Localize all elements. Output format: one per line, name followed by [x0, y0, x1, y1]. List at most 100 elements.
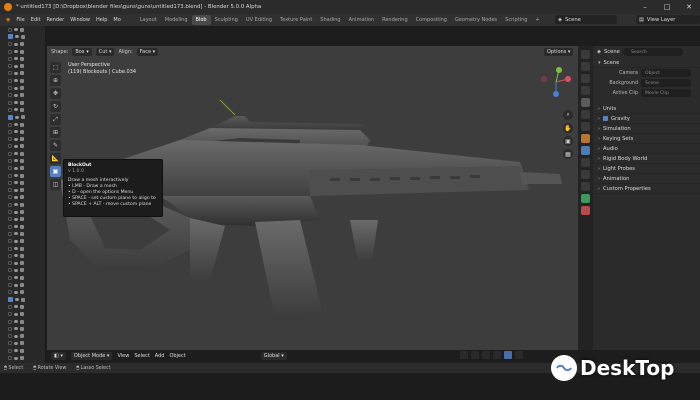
menu-render[interactable]: Render: [43, 17, 67, 23]
collection-checkbox-icon[interactable]: [8, 326, 12, 331]
outliner-row[interactable]: [0, 252, 45, 259]
visibility-eye-icon[interactable]: [14, 188, 18, 192]
scene-tab-icon[interactable]: [581, 98, 590, 107]
visibility-eye-icon[interactable]: [14, 217, 18, 221]
render-camera-icon[interactable]: [20, 49, 24, 54]
render-camera-icon[interactable]: [21, 115, 25, 120]
outliner-row[interactable]: [0, 274, 45, 281]
camera-field[interactable]: Object: [641, 69, 691, 77]
mode-dropdown[interactable]: Cut ▾: [95, 48, 115, 56]
visibility-eye-icon[interactable]: [15, 115, 19, 119]
xray-icon[interactable]: [493, 351, 501, 359]
section-light-probes[interactable]: › Light Probes: [593, 164, 700, 174]
section-audio[interactable]: › Audio: [593, 144, 700, 154]
collection-checkbox-icon[interactable]: [8, 283, 12, 288]
properties-search[interactable]: Search: [623, 48, 683, 56]
outliner-row[interactable]: [0, 208, 45, 215]
render-camera-icon[interactable]: [20, 217, 24, 222]
annotate-tool-icon[interactable]: ✎: [50, 140, 61, 151]
collection-checkbox-icon[interactable]: [8, 158, 12, 163]
collection-checkbox-icon[interactable]: [8, 100, 12, 105]
render-camera-icon[interactable]: [20, 158, 24, 163]
render-camera-icon[interactable]: [20, 239, 24, 244]
collection-checkbox-icon[interactable]: [8, 56, 12, 61]
section-keying-sets[interactable]: › Keying Sets: [593, 134, 700, 144]
material-shading-icon[interactable]: [515, 351, 523, 359]
collection-checkbox-icon[interactable]: [8, 64, 12, 69]
collection-checkbox-icon[interactable]: [8, 34, 13, 40]
menu-file[interactable]: File: [13, 17, 27, 23]
view-layer-tab-icon[interactable]: [581, 86, 590, 95]
blockout-tool-icon[interactable]: ▣: [50, 166, 61, 177]
collection-checkbox-icon[interactable]: [8, 144, 12, 149]
visibility-eye-icon[interactable]: [14, 312, 18, 316]
collection-checkbox-icon[interactable]: [8, 334, 12, 339]
visibility-eye-icon[interactable]: [14, 305, 18, 309]
visibility-eye-icon[interactable]: [14, 232, 18, 236]
outliner-row[interactable]: [0, 84, 45, 91]
menu-view[interactable]: View: [117, 353, 129, 359]
scale-tool-icon[interactable]: ⤢: [50, 114, 61, 125]
outliner-row[interactable]: [0, 289, 45, 296]
workspace-tab[interactable]: UV Editing: [242, 15, 276, 25]
outliner-row[interactable]: [0, 135, 45, 142]
collection-checkbox-icon[interactable]: [8, 304, 12, 309]
render-camera-icon[interactable]: [20, 137, 24, 142]
move-tool-icon[interactable]: ✥: [50, 88, 61, 99]
visibility-eye-icon[interactable]: [14, 64, 18, 68]
object-tab-icon[interactable]: [581, 134, 590, 143]
physics-tab-icon[interactable]: [581, 170, 590, 179]
collection-checkbox-icon[interactable]: [8, 246, 12, 251]
render-camera-icon[interactable]: [20, 151, 24, 156]
render-camera-icon[interactable]: [20, 253, 24, 258]
active-clip-field[interactable]: Movie Clip: [641, 89, 691, 97]
outliner-row[interactable]: [0, 128, 45, 135]
render-tab-icon[interactable]: [581, 62, 590, 71]
collection-checkbox-icon[interactable]: [8, 129, 12, 134]
section-gravity[interactable]: › Gravity: [593, 114, 700, 124]
render-camera-icon[interactable]: [20, 93, 24, 98]
collection-checkbox-icon[interactable]: [8, 71, 12, 76]
outliner-row[interactable]: [0, 260, 45, 267]
visibility-eye-icon[interactable]: [14, 276, 18, 280]
outliner-row[interactable]: [0, 92, 45, 99]
collection-checkbox-icon[interactable]: [8, 180, 12, 185]
outliner-row[interactable]: [0, 230, 45, 237]
render-camera-icon[interactable]: [21, 297, 25, 302]
maximize-icon[interactable]: □: [656, 0, 678, 14]
render-camera-icon[interactable]: [20, 27, 24, 32]
collection-checkbox-icon[interactable]: [8, 312, 12, 317]
collection-checkbox-icon[interactable]: [8, 268, 12, 273]
outliner-row[interactable]: [0, 216, 45, 223]
world-tab-icon[interactable]: [581, 110, 590, 119]
outliner-row[interactable]: [0, 172, 45, 179]
outliner-row[interactable]: [0, 194, 45, 201]
ortho-grid-icon[interactable]: ▦: [563, 149, 573, 159]
render-camera-icon[interactable]: [20, 283, 24, 288]
visibility-eye-icon[interactable]: [14, 356, 18, 360]
collection-checkbox-icon[interactable]: [8, 319, 12, 324]
transform-tool-icon[interactable]: ⊞: [50, 127, 61, 138]
workspace-tab[interactable]: Shading: [316, 15, 344, 25]
shape-dropdown[interactable]: Box ▾: [72, 48, 92, 56]
visibility-eye-icon[interactable]: [14, 290, 18, 294]
material-tab-icon[interactable]: [581, 206, 590, 215]
visibility-eye-icon[interactable]: [14, 341, 18, 345]
collection-checkbox-icon[interactable]: [8, 188, 12, 193]
render-camera-icon[interactable]: [20, 71, 24, 76]
visibility-eye-icon[interactable]: [14, 57, 18, 61]
render-camera-icon[interactable]: [20, 246, 24, 251]
outliner-row[interactable]: [0, 354, 45, 361]
outliner-row[interactable]: [0, 62, 45, 69]
collection-tab-icon[interactable]: [581, 122, 590, 131]
particles-tab-icon[interactable]: [581, 158, 590, 167]
solid-shading-icon[interactable]: [504, 351, 512, 359]
outliner-row[interactable]: [0, 165, 45, 172]
modifier-tab-icon[interactable]: [581, 146, 590, 155]
outliner-row[interactable]: [0, 106, 45, 113]
section-units[interactable]: › Units: [593, 104, 700, 114]
tool-tab-icon[interactable]: [581, 50, 590, 59]
outliner-row[interactable]: [0, 150, 45, 157]
visibility-eye-icon[interactable]: [14, 123, 18, 126]
collection-checkbox-icon[interactable]: [8, 297, 13, 303]
